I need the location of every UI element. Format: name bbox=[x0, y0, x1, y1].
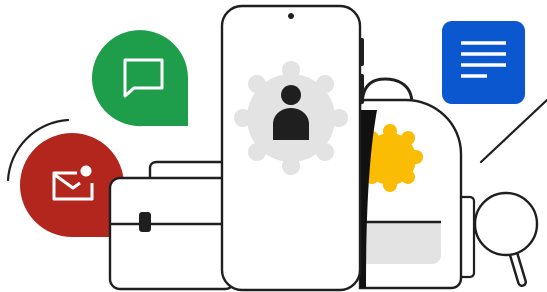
document-tile bbox=[442, 21, 525, 104]
magnifying-glass-icon bbox=[473, 191, 539, 287]
mail-bubble bbox=[20, 133, 124, 237]
backpack bbox=[358, 77, 476, 290]
phone bbox=[220, 4, 364, 292]
phone-camera bbox=[288, 13, 294, 19]
chat-bubble bbox=[92, 30, 188, 127]
briefcase-icon bbox=[108, 160, 237, 291]
devices-illustration bbox=[6, 4, 547, 292]
